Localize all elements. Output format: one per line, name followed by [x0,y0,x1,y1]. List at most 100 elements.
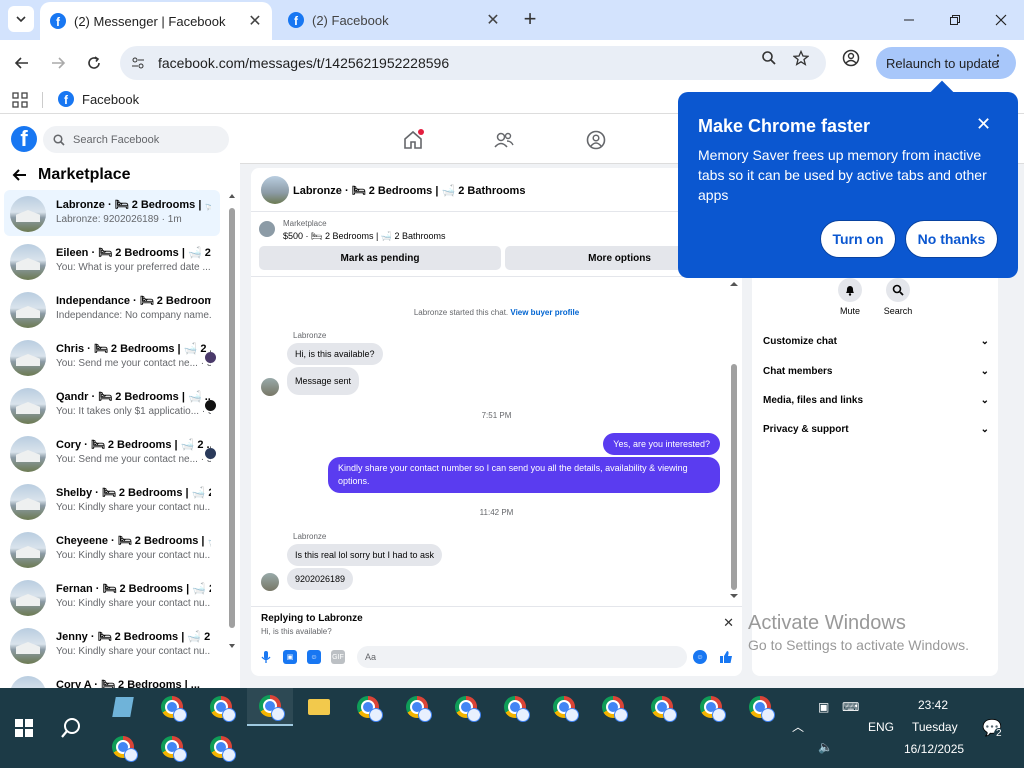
chrome-taskbar-button[interactable] [247,688,293,726]
restore-button[interactable] [932,0,978,40]
conversation-item[interactable]: Fernan · 🛏 2 Bedrooms | 🛁 2 ... You: Kind… [4,574,220,620]
scrollbar-thumb[interactable] [229,208,235,628]
tab-messenger[interactable]: f (2) Messenger | Facebook ✕ [40,2,272,40]
clock-date[interactable]: 16/12/2025 [904,742,964,756]
chrome-taskbar-button[interactable] [394,688,440,726]
back-arrow-icon[interactable] [12,167,28,183]
listing-summary[interactable]: $500 · 🛏 2 Bedrooms | 🛁 2 Bathrooms [283,231,446,242]
search-in-chat-button[interactable]: Search [883,278,913,316]
volume-icon[interactable]: 🔈 [818,740,833,754]
chrome-taskbar-button[interactable] [688,688,734,726]
facebook-search-input[interactable]: Search Facebook [43,126,229,153]
url-text[interactable]: facebook.com/messages/t/1425621952228596 [158,55,449,71]
incoming-message[interactable]: Message sent [287,367,360,395]
friends-icon[interactable] [493,129,515,151]
scroll-down-arrow-icon[interactable] [729,592,739,600]
outgoing-message[interactable]: Kindly share your contact number so I ca… [328,457,720,493]
chat-title[interactable]: Labronze · 🛏 2 Bedrooms | 🛁 2 Bathrooms [293,184,525,197]
turn-on-button[interactable]: Turn on [820,220,896,258]
mute-button[interactable]: Mute [835,278,865,316]
photo-icon[interactable]: ▣ [283,650,297,664]
meet-now-icon[interactable]: ▣ [818,700,829,714]
gif-icon[interactable]: GIF [331,650,345,664]
media-files-links-section[interactable]: Media, files and links ⌄ [763,395,989,406]
close-window-button[interactable] [978,0,1024,40]
language-indicator[interactable]: ENG [868,720,894,734]
close-tab-icon[interactable]: ✕ [244,10,266,32]
message-input[interactable]: Aa [357,646,687,668]
chat-members-section[interactable]: Chat members ⌄ [763,366,989,377]
new-tab-button[interactable]: + [518,8,542,32]
listing-thumbnail[interactable] [259,221,275,237]
conversation-item[interactable]: Labronze · 🛏 2 Bedrooms | 🛁 ... Labronze:… [4,190,220,236]
incoming-message[interactable]: Hi, is this available? [287,343,383,365]
minimize-button[interactable] [886,0,932,40]
no-thanks-button[interactable]: No thanks [905,220,998,258]
chrome-taskbar-button[interactable] [149,688,195,726]
microphone-icon[interactable] [259,650,273,664]
relaunch-to-update-button[interactable]: Relaunch to update ⋮ [876,47,1016,79]
network-icon[interactable]: ⌨ [842,700,859,714]
chrome-taskbar-button[interactable] [492,688,538,726]
file-explorer-taskbar-button[interactable] [296,688,342,726]
app-taskbar-button[interactable] [100,688,146,726]
chrome-taskbar-button[interactable] [345,688,391,726]
conversation-item[interactable]: Qandr · 🛏 2 Bedrooms | 🛁 ... You: It take… [4,382,220,428]
chrome-taskbar-button[interactable] [443,688,489,726]
reload-button[interactable] [81,50,107,76]
sender-avatar[interactable] [261,378,279,396]
conversation-item[interactable]: Eileen · 🛏 2 Bedrooms | 🛁 2 B... You: Wha… [4,238,220,284]
view-buyer-profile-link[interactable]: View buyer profile [510,308,579,317]
zoom-icon[interactable] [758,47,780,69]
tab-search-button[interactable] [8,6,34,32]
mark-as-pending-button[interactable]: Mark as pending [259,246,501,270]
scroll-down-arrow-icon[interactable] [228,642,236,650]
conversation-item[interactable]: Cory · 🛏 2 Bedrooms | 🛁 2 ... You: Send m… [4,430,220,476]
bookmark-facebook[interactable]: f Facebook [58,91,139,107]
address-bar[interactable]: facebook.com/messages/t/1425621952228596 [120,46,826,80]
scroll-up-arrow-icon[interactable] [228,192,236,200]
conversation-item[interactable]: Jenny · 🛏 2 Bedrooms | 🛁 2 B... You: Kind… [4,622,220,668]
chrome-taskbar-button[interactable] [590,688,636,726]
forward-button[interactable] [45,50,71,76]
clock-day[interactable]: Tuesday [912,720,958,734]
home-icon[interactable] [402,129,424,151]
chrome-taskbar-button[interactable] [198,728,244,766]
chat-avatar[interactable] [261,176,289,204]
conversation-item[interactable]: Cheyeene · 🛏 2 Bedrooms | 🛁... You: Kindl… [4,526,220,572]
conversation-item[interactable]: Shelby · 🛏 2 Bedrooms | 🛁 2 ... You: Kind… [4,478,220,524]
chrome-taskbar-button[interactable] [639,688,685,726]
tab-facebook[interactable]: f (2) Facebook ✕ [278,0,510,40]
facebook-logo-icon[interactable]: f [11,126,37,152]
conversation-item[interactable]: Chris · 🛏 2 Bedrooms | 🛁 2 ... You: Send … [4,334,220,380]
chrome-taskbar-button[interactable] [737,688,783,726]
chat-scrollbar[interactable] [729,280,739,600]
chrome-taskbar-button[interactable] [541,688,587,726]
conversation-item[interactable]: Independance · 🛏 2 Bedrooms... Independan… [4,286,220,332]
apps-grid-icon[interactable] [12,92,28,108]
clock-time[interactable]: 23:42 [918,698,948,712]
bookmark-star-icon[interactable] [790,47,812,69]
back-button[interactable] [9,50,35,76]
chat-header[interactable]: Labronze · 🛏 2 Bedrooms | 🛁 2 Bathrooms [251,168,742,212]
menu-dots-icon[interactable]: ⋮ [990,53,1006,71]
close-tab-icon[interactable]: ✕ [482,9,504,31]
privacy-support-section[interactable]: Privacy & support ⌄ [763,424,989,435]
incoming-message[interactable]: 9202026189 [287,568,354,590]
incoming-message[interactable]: Is this real lol sorry but I had to ask [287,544,443,566]
scrollbar-thumb[interactable] [731,364,737,590]
cancel-reply-icon[interactable]: ✕ [723,615,734,631]
emoji-icon[interactable]: ☺ [693,650,707,664]
site-info-icon[interactable] [130,55,146,71]
chrome-taskbar-button[interactable] [149,728,195,766]
groups-icon[interactable] [585,129,607,151]
search-button[interactable] [48,688,94,768]
chrome-taskbar-button[interactable] [100,728,146,766]
scroll-up-arrow-icon[interactable] [729,280,739,288]
customize-chat-section[interactable]: Customize chat ⌄ [763,336,989,347]
thumbs-up-icon[interactable] [719,650,733,664]
list-scrollbar[interactable] [228,194,236,678]
sticker-icon[interactable]: ☺ [307,650,321,664]
chrome-taskbar-button[interactable] [198,688,244,726]
profile-icon[interactable] [840,47,862,69]
